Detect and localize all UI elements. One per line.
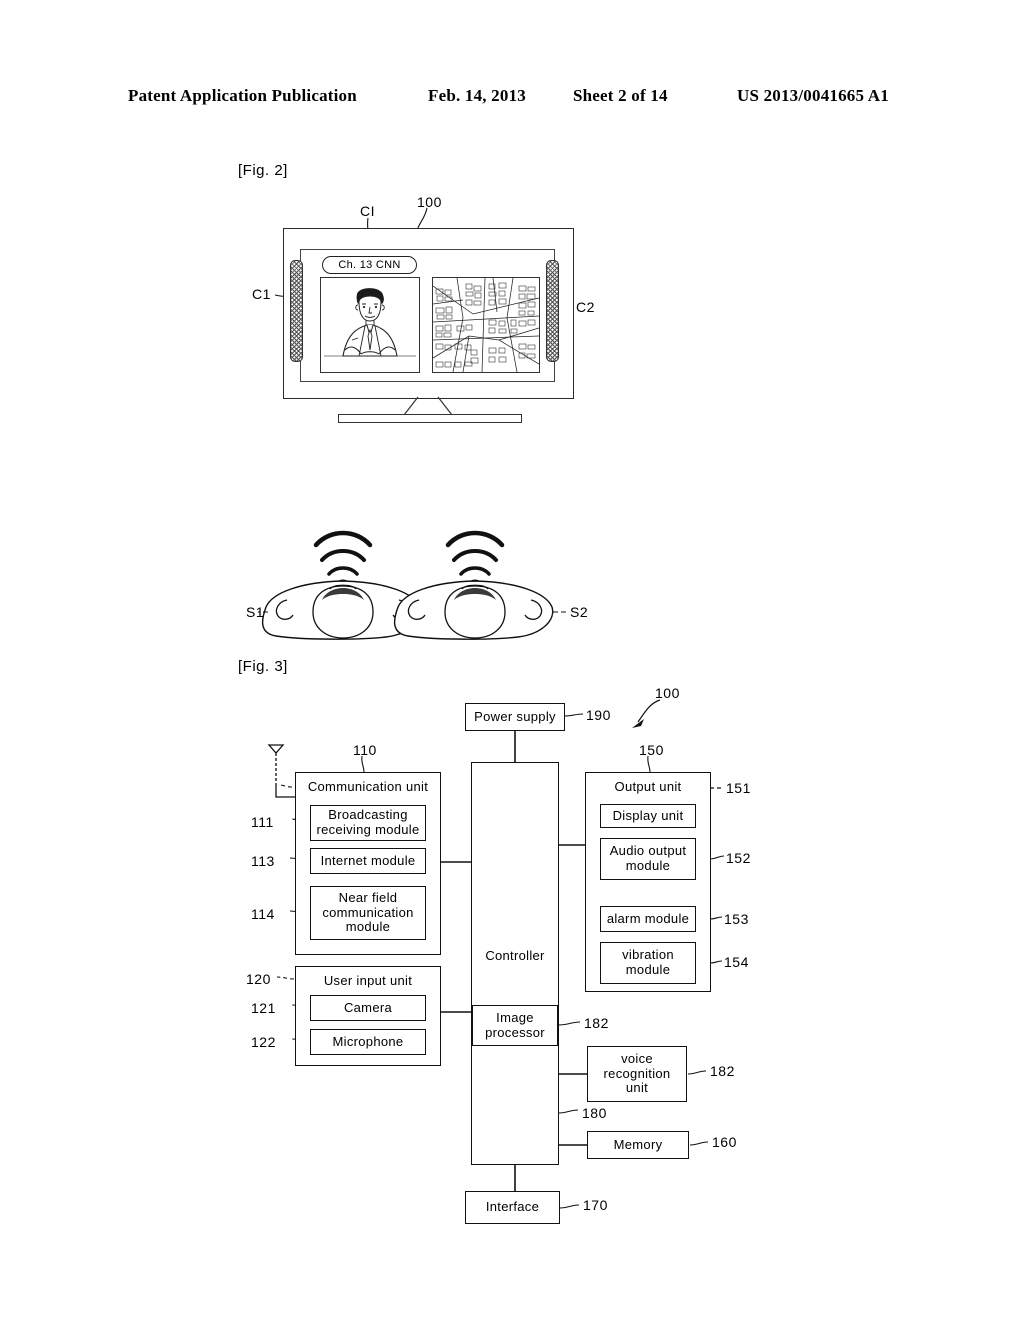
broadcasting-receiving-module-label: Broadcasting receiving module: [316, 807, 420, 837]
internet-module-label: Internet module: [320, 852, 416, 868]
voice-recognition-unit-block[interactable]: voice recognition unit: [587, 1046, 687, 1102]
display-unit-label: Display unit: [612, 807, 684, 823]
microphone-block[interactable]: Microphone: [310, 1029, 426, 1055]
ref-154: 154: [724, 954, 749, 970]
interface-block[interactable]: Interface: [465, 1191, 560, 1224]
ref-113: 113: [251, 853, 275, 869]
ref-152: 152: [726, 850, 751, 866]
controller-block[interactable]: Controller: [471, 762, 559, 1165]
broadcasting-receiving-module-block[interactable]: Broadcasting receiving module: [310, 805, 426, 841]
ref-121: 121: [251, 1000, 276, 1016]
ref-190: 190: [586, 707, 611, 723]
near-field-communication-module-label: Near field communication module: [322, 889, 414, 935]
vibration-module-label: vibration module: [622, 947, 674, 977]
display-unit-block[interactable]: Display unit: [600, 804, 696, 828]
antenna-icon: [267, 744, 295, 798]
patent-page: Patent Application Publication Feb. 14, …: [0, 0, 1024, 1320]
vibration-module-block[interactable]: vibration module: [600, 942, 696, 984]
power-supply-label: Power supply: [474, 708, 556, 724]
alarm-module-block[interactable]: alarm module: [600, 906, 696, 932]
camera-block[interactable]: Camera: [310, 995, 426, 1021]
internet-module-block[interactable]: Internet module: [310, 848, 426, 874]
ref-180: 180: [582, 1105, 607, 1121]
audio-output-module-block[interactable]: Audio output module: [600, 838, 696, 880]
ref-111: 111: [251, 814, 274, 830]
power-supply-block[interactable]: Power supply: [465, 703, 565, 731]
memory-label: Memory: [613, 1136, 663, 1152]
ref-170: 170: [583, 1197, 608, 1213]
ref-150: 150: [639, 742, 664, 758]
memory-block[interactable]: Memory: [587, 1131, 689, 1159]
interface-label: Interface: [485, 1199, 540, 1215]
controller-label: Controller: [485, 948, 545, 963]
user-input-unit-label: User input unit: [323, 973, 413, 988]
near-field-communication-module-block[interactable]: Near field communication module: [310, 886, 426, 940]
ref-182-image-processor: 182: [584, 1015, 609, 1031]
image-processor-label: Image processor: [485, 1009, 545, 1040]
ref-151: 151: [726, 780, 751, 796]
communication-unit-label: Communication unit: [307, 779, 429, 794]
ref-182-voice-recognition: 182: [710, 1063, 735, 1079]
ref-122: 122: [251, 1034, 276, 1050]
ref-120: 120: [246, 971, 271, 987]
voice-recognition-unit-label: voice recognition unit: [603, 1050, 671, 1096]
audio-output-module-label: Audio output module: [609, 843, 687, 873]
image-processor-block[interactable]: Image processor: [472, 1005, 558, 1046]
output-unit-label: Output unit: [614, 779, 682, 794]
ref-110: 110: [353, 742, 377, 758]
ref-100-fig3: 100: [655, 685, 680, 701]
ref-153: 153: [724, 911, 749, 927]
alarm-module-label: alarm module: [606, 910, 690, 926]
ref-160: 160: [712, 1134, 737, 1150]
ref-114: 114: [251, 906, 275, 922]
microphone-label: Microphone: [332, 1033, 404, 1049]
camera-label: Camera: [343, 999, 393, 1015]
